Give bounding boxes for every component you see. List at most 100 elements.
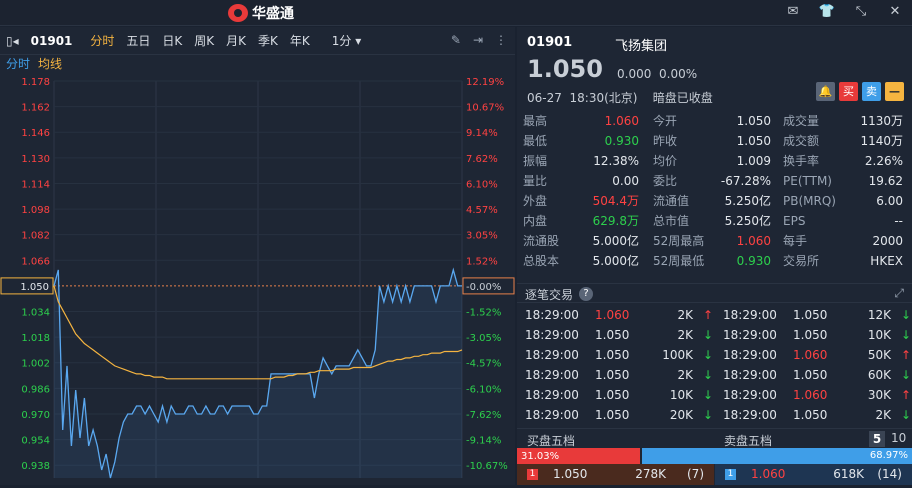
subtab-intraday[interactable]: 分时 [6, 55, 30, 73]
quote-price: 1.050 [527, 55, 603, 83]
stat-label: 振幅 [523, 154, 548, 168]
y-tick-label: 0.954 [21, 436, 50, 447]
stat-label: 成交量 [783, 114, 820, 128]
tick-volume: 30K [867, 388, 891, 402]
tick-time: 18:29:00 [525, 328, 579, 342]
buy-level: 1 [527, 469, 538, 480]
stat-value: 629.8万 [592, 214, 639, 228]
pct-tick-label: 9.14% [466, 128, 498, 139]
title-bar: 华盛通 ✉ 👕 ⤡ ✕ [0, 0, 912, 26]
chart-panel: ▯◂ 01901 分时 五日 日K 周K 月K 季K 年K 1分 ▾ ✎ ⇥ ⋮ 分… [0, 27, 515, 485]
tab-year-k[interactable]: 年K [284, 32, 316, 49]
mail-icon[interactable]: ✉ [784, 4, 802, 20]
sell-ratio: 68.97% [869, 450, 908, 461]
expand-icon[interactable]: ⇥ [473, 33, 483, 47]
stat-label: 今开 [653, 114, 678, 128]
stat-label: PB(MRQ) [783, 194, 836, 208]
interval-select[interactable]: 1分 ▾ [326, 32, 368, 49]
app-logo: 华盛通 [228, 3, 294, 23]
buy-button[interactable]: 买 [839, 82, 858, 101]
y-tick-label: 1.002 [21, 359, 50, 370]
sell-count: (14) [877, 467, 902, 481]
arrow-down-icon: ↓ [703, 388, 714, 402]
skin-icon[interactable]: 👕 [818, 4, 836, 20]
tick-price: 1.060 [595, 308, 630, 322]
stat-label: EPS [783, 214, 806, 228]
tick-volume: 10K [867, 328, 891, 342]
more-actions-button[interactable]: — [885, 82, 904, 101]
tick-price: 1.050 [595, 348, 630, 362]
subtab-avg[interactable]: 均线 [38, 55, 62, 73]
pct-tick-label: 4.57% [466, 205, 498, 216]
tick-time: 18:29:00 [723, 368, 777, 382]
stat-label: 委比 [653, 174, 678, 188]
stat-label: 内盘 [523, 214, 548, 228]
sell-book-title: 卖盘五档 [724, 434, 773, 448]
arrow-up-icon: ↑ [703, 308, 714, 322]
stat-value: 0.00 [612, 174, 639, 188]
collapse-icon[interactable]: ▯◂ [0, 34, 25, 48]
stat-value: 5.250亿 [724, 214, 771, 228]
arrow-down-icon: ↓ [901, 368, 912, 382]
y-tick-label: 1.034 [21, 308, 50, 319]
sell-level-row: 1 1.060 618K (14) [715, 464, 912, 485]
stat-label: 最高 [523, 114, 548, 128]
tab-month-k[interactable]: 月K [220, 32, 252, 49]
stat-label: 换手率 [783, 154, 820, 168]
quote-name: 飞扬集团 [615, 39, 668, 54]
y-tick-label: 0.970 [21, 410, 50, 421]
stat-label: 外盘 [523, 194, 548, 208]
stat-value: 1.050 [736, 114, 771, 128]
toolbar-code: 01901 [30, 33, 73, 48]
tab-day-k[interactable]: 日K [156, 32, 188, 49]
change-value: 0.000 [617, 67, 652, 81]
app-title: 华盛通 [252, 6, 294, 22]
tab-week-k[interactable]: 周K [188, 32, 220, 49]
stat-label: 总市值 [653, 214, 690, 228]
change-percent: 0.00% [659, 67, 698, 81]
y-tick-label: 1.130 [21, 154, 50, 165]
stat-value: -- [894, 214, 903, 228]
fullscreen-icon[interactable]: ⤢ [894, 286, 904, 301]
arrow-up-icon: ↑ [901, 348, 912, 362]
quote-time: 06-27 18:30(北京) 暗盘已收盘 [527, 89, 713, 106]
pen-icon[interactable]: ✎ [451, 33, 461, 47]
more-icon[interactable]: ⋮ [495, 33, 507, 47]
levels-5-button[interactable]: 5 [869, 431, 885, 447]
alert-bell-icon[interactable]: 🔔 [816, 82, 835, 101]
chart-svg: 1.178 12.19% 1.162 10.67% 1.146 9.14% 1.130 7.6… [0, 77, 515, 479]
arrow-down-icon: ↓ [703, 348, 714, 362]
help-icon[interactable]: ? [579, 287, 593, 301]
buy-level-row: 1 1.050 278K (7) [517, 464, 714, 485]
y-tick-label: 1.162 [21, 103, 50, 114]
arrow-down-icon: ↓ [901, 308, 912, 322]
stat-value: 1140万 [860, 134, 903, 148]
intraday-chart[interactable]: 1.178 12.19% 1.162 10.67% 1.146 9.14% 1.130 7.6… [0, 73, 515, 485]
pct-tick-label: -7.62% [466, 410, 501, 421]
stat-value: 0.930 [604, 134, 639, 148]
tick-price: 1.050 [595, 328, 630, 342]
close-icon[interactable]: ✕ [886, 4, 904, 20]
tick-volume: 2K [677, 328, 693, 342]
tick-time: 18:29:00 [723, 308, 777, 322]
stat-label: PE(TTM) [783, 174, 832, 188]
sell-level: 1 [725, 469, 736, 480]
sell-button[interactable]: 卖 [862, 82, 881, 101]
sell-price: 1.060 [751, 467, 786, 481]
arrow-down-icon: ↓ [901, 408, 912, 422]
y-tick-label: 1.018 [21, 333, 50, 344]
tab-quarter-k[interactable]: 季K [252, 32, 284, 49]
buy-price: 1.050 [553, 467, 588, 481]
tick-price: 1.060 [793, 388, 828, 402]
tab-5day[interactable]: 五日 [120, 32, 156, 49]
pct-tick-label: 6.10% [466, 179, 498, 190]
tab-intraday[interactable]: 分时 [84, 32, 120, 49]
stat-value: 2000 [872, 234, 903, 248]
market-status: 暗盘已收盘 [652, 91, 713, 105]
stat-value: 1.060 [604, 114, 639, 128]
stat-value: 6.00 [876, 194, 903, 208]
stat-label: 每手 [783, 234, 808, 248]
levels-10-button[interactable]: 10 [891, 431, 906, 445]
stat-value: 1.060 [736, 234, 771, 248]
shrink-icon[interactable]: ⤡ [852, 4, 870, 20]
